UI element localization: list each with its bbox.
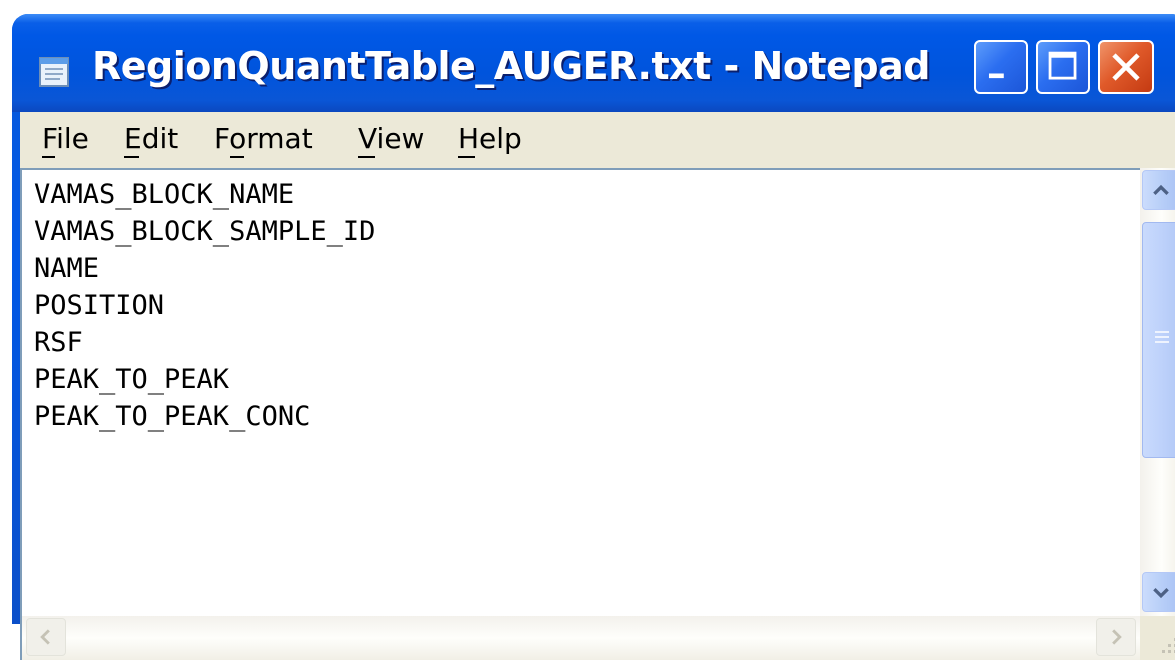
accelerator-underline [358,156,375,158]
resize-grip-icon [1162,638,1175,653]
accelerator-underline [124,156,139,158]
scroll-right-button[interactable] [1096,618,1136,656]
menu-view-label: View [358,122,425,155]
maximize-button[interactable] [1036,40,1090,94]
text-line: VAMAS_BLOCK_SAMPLE_ID [34,216,376,247]
menu-edit[interactable]: Edit [124,122,179,158]
close-button[interactable] [1098,40,1154,94]
text-line: RSF [34,327,83,358]
scroll-up-button[interactable] [1142,170,1175,210]
text-line: VAMAS_BLOCK_NAME [34,179,295,210]
document-text[interactable]: VAMAS_BLOCK_NAME VAMAS_BLOCK_SAMPLE_ID N… [34,176,375,435]
scroll-thumb[interactable] [1142,222,1175,458]
text-line: NAME [34,253,100,284]
menu-file-label: File [42,122,89,155]
close-icon [1112,53,1140,81]
resize-grip[interactable] [1140,616,1175,660]
menu-view[interactable]: View [358,122,425,158]
thumb-grip-line [1155,336,1169,338]
notepad-icon[interactable] [38,54,74,88]
minimize-icon [988,73,1004,79]
text-editor[interactable]: VAMAS_BLOCK_NAME VAMAS_BLOCK_SAMPLE_ID N… [20,168,1175,616]
thumb-grip-line [1155,341,1169,343]
window-title: RegionQuantTable_AUGER.txt - Notepad [92,44,930,88]
notepad-window: RegionQuantTable_AUGER.txt - Notepad Fil… [12,14,1175,660]
scroll-left-button[interactable] [26,618,66,656]
title-bar[interactable]: RegionQuantTable_AUGER.txt - Notepad [12,14,1175,112]
horizontal-scrollbar[interactable] [20,616,1140,660]
minimize-button[interactable] [974,40,1028,94]
chevron-left-icon [40,629,50,645]
menu-format-label: Format [214,122,313,155]
scroll-down-button[interactable] [1142,572,1175,612]
menu-help-label: Help [458,122,522,155]
vertical-scrollbar[interactable] [1140,168,1175,616]
menu-help[interactable]: Help [458,122,522,158]
text-line: PEAK_TO_PEAK_CONC [34,401,311,432]
menu-file[interactable]: File [42,122,89,158]
chevron-up-icon [1153,184,1169,195]
thumb-grip-line [1155,331,1169,333]
text-line: PEAK_TO_PEAK [34,364,230,395]
accelerator-underline [458,156,475,158]
chevron-right-icon [1112,629,1122,645]
menu-edit-label: Edit [124,122,179,155]
text-line: POSITION [34,290,165,321]
menu-bar: File Edit Format View Help [20,112,1175,164]
accelerator-underline [42,156,55,158]
chevron-down-icon [1153,587,1169,599]
maximize-icon [1048,51,1077,80]
menu-format[interactable]: Format [214,122,313,158]
client-area: File Edit Format View Help VAMAS_BLOCK_N… [20,112,1175,660]
accelerator-underline [230,156,244,158]
